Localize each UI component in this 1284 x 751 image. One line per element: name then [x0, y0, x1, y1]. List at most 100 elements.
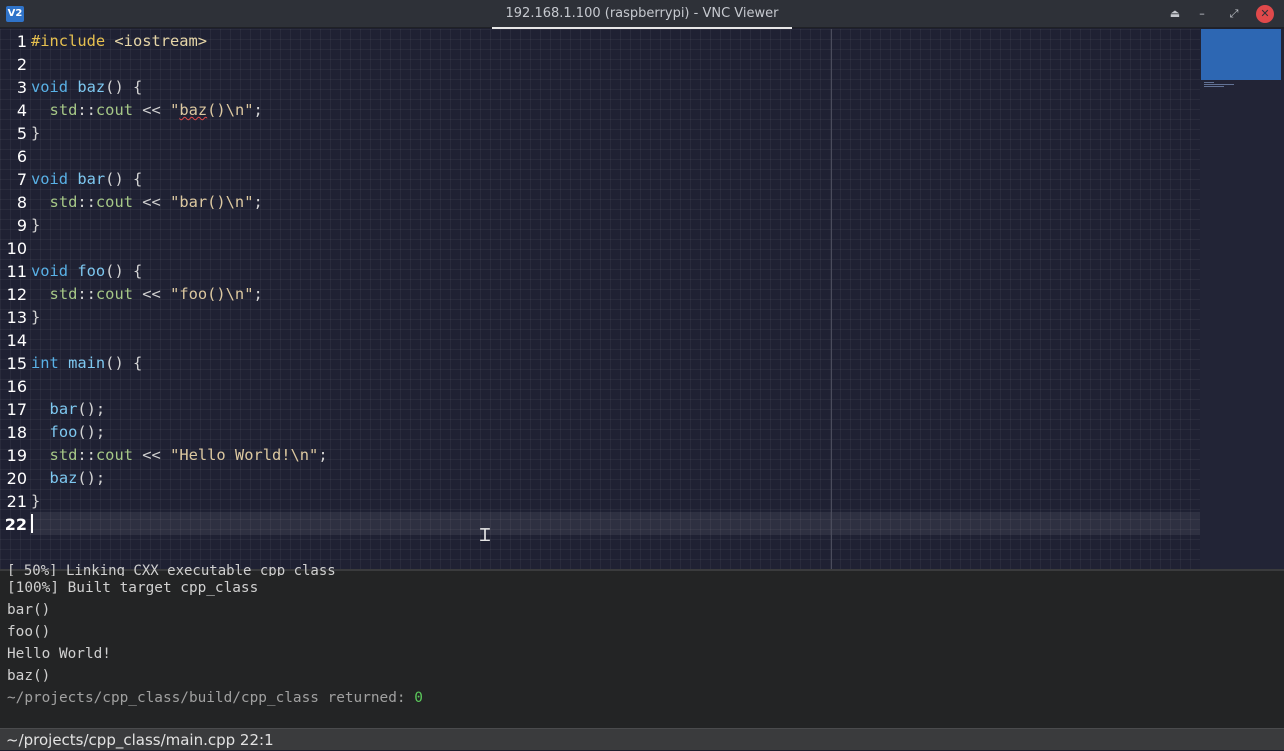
- punct-token: }: [31, 308, 41, 326]
- identifier-token: cout: [95, 193, 133, 211]
- namespace-token: std: [49, 101, 78, 119]
- code-line[interactable]: }: [31, 214, 40, 237]
- output-return-path: ~/projects/cpp_class/build/cpp_class ret…: [7, 690, 415, 706]
- line-number: 7: [16, 170, 27, 189]
- code-line[interactable]: }: [31, 490, 40, 513]
- line-number: 2: [16, 55, 27, 74]
- code-line[interactable]: foo();: [31, 421, 106, 444]
- code-line[interactable]: baz();: [31, 467, 106, 490]
- window-title: 192.168.1.100 (raspberrypi) - VNC Viewer: [505, 6, 779, 21]
- string-token-spellcheck-error: baz: [179, 101, 208, 119]
- code-line[interactable]: int main() {: [31, 352, 142, 375]
- line-number: 8: [16, 193, 27, 212]
- minimap-line: [1204, 84, 1234, 85]
- output-line: Hello World!: [7, 646, 111, 662]
- punct-token: ;: [253, 285, 263, 303]
- minimap-viewport[interactable]: [1201, 29, 1281, 80]
- operator-token: <<: [132, 285, 171, 303]
- code-line[interactable]: std::cout << "Hello World!\n";: [31, 444, 328, 467]
- minimap[interactable]: [1200, 29, 1284, 569]
- code-line[interactable]: void bar() {: [31, 168, 142, 191]
- string-token: "foo()\n": [170, 285, 254, 303]
- text-cursor-icon: Ɪ: [480, 525, 491, 546]
- line-number: 4: [16, 101, 27, 120]
- code-line[interactable]: }: [31, 122, 40, 145]
- line-number: 15: [6, 354, 27, 373]
- output-line: baz(): [7, 668, 51, 684]
- operator-token: <<: [132, 193, 171, 211]
- output-line: bar(): [7, 602, 51, 618]
- keyword-token: void: [31, 78, 69, 96]
- keep-above-icon[interactable]: ⏏: [1165, 4, 1185, 24]
- output-return-code: 0: [414, 690, 423, 706]
- punct-token: ;: [318, 446, 328, 464]
- string-quote: ": [170, 101, 180, 119]
- current-line-highlight: [30, 512, 1200, 535]
- code-line[interactable]: void baz() {: [31, 76, 142, 99]
- punct-token: ;: [253, 193, 263, 211]
- punct-token: {: [123, 78, 143, 96]
- scope-operator: ::: [77, 101, 96, 119]
- status-file-path: ~/projects/cpp_class/main.cpp 22:1: [6, 731, 274, 749]
- identifier-token: cout: [95, 446, 133, 464]
- title-bar: V2 192.168.1.100 (raspberrypi) - VNC Vie…: [0, 0, 1284, 29]
- function-call-token: baz: [49, 469, 78, 487]
- output-line: foo(): [7, 624, 51, 640]
- string-token: ()\n": [207, 101, 254, 119]
- punct-token: {: [123, 354, 143, 372]
- namespace-token: std: [49, 193, 78, 211]
- output-line: [100%] Built target cpp_class: [7, 580, 259, 596]
- scope-operator: ::: [77, 193, 96, 211]
- line-number: 5: [16, 124, 27, 143]
- identifier-token: cout: [95, 101, 133, 119]
- close-icon[interactable]: ✕: [1256, 5, 1274, 23]
- line-number: 19: [6, 446, 27, 465]
- code-editor[interactable]: 1 2 3 4 5 6 7 8 9 10 11 12 13 14 15 16 1…: [0, 29, 1284, 569]
- punct-token: (): [105, 354, 124, 372]
- line-number: 13: [6, 308, 27, 327]
- output-return-line: ~/projects/cpp_class/build/cpp_class ret…: [7, 687, 423, 709]
- scope-operator: ::: [77, 285, 96, 303]
- operator-token: <<: [132, 446, 171, 464]
- build-output-panel[interactable]: [ 50%] Linking CXX executable cpp_class …: [0, 563, 1284, 728]
- line-number: 14: [6, 331, 27, 350]
- line-number: 17: [6, 400, 27, 419]
- line-number: 16: [6, 377, 27, 396]
- minimize-icon[interactable]: –: [1192, 4, 1212, 24]
- text-caret: [31, 514, 33, 533]
- string-token: "Hello World!\n": [170, 446, 319, 464]
- function-name-token: baz: [77, 78, 106, 96]
- line-number: 9: [16, 216, 27, 235]
- code-line[interactable]: std::cout << "bar()\n";: [31, 191, 263, 214]
- string-token: "bar()\n": [170, 193, 254, 211]
- punct-token: {: [123, 170, 143, 188]
- punct-token: ();: [77, 469, 106, 487]
- punct-token: ();: [77, 400, 106, 418]
- namespace-token: std: [49, 285, 78, 303]
- maximize-icon[interactable]: ⤢: [1224, 4, 1244, 24]
- punct-token: {: [123, 262, 143, 280]
- namespace-token: std: [49, 446, 78, 464]
- line-number: 12: [6, 285, 27, 304]
- minimap-line: [1204, 86, 1224, 87]
- line-number: 10: [6, 239, 27, 258]
- punct-token: (): [105, 78, 124, 96]
- code-line[interactable]: bar();: [31, 398, 106, 421]
- code-line[interactable]: void foo() {: [31, 260, 142, 283]
- line-number: 11: [6, 262, 27, 281]
- code-line[interactable]: }: [31, 306, 40, 329]
- code-line[interactable]: #include <iostream>: [31, 30, 207, 53]
- code-line[interactable]: std::cout << "baz()\n";: [31, 99, 263, 122]
- line-number: 1: [16, 32, 27, 51]
- code-line[interactable]: std::cout << "foo()\n";: [31, 283, 263, 306]
- punct-token: ;: [253, 101, 263, 119]
- punct-token: (): [105, 262, 124, 280]
- punct-token: (): [105, 170, 124, 188]
- line-number: 21: [6, 492, 27, 511]
